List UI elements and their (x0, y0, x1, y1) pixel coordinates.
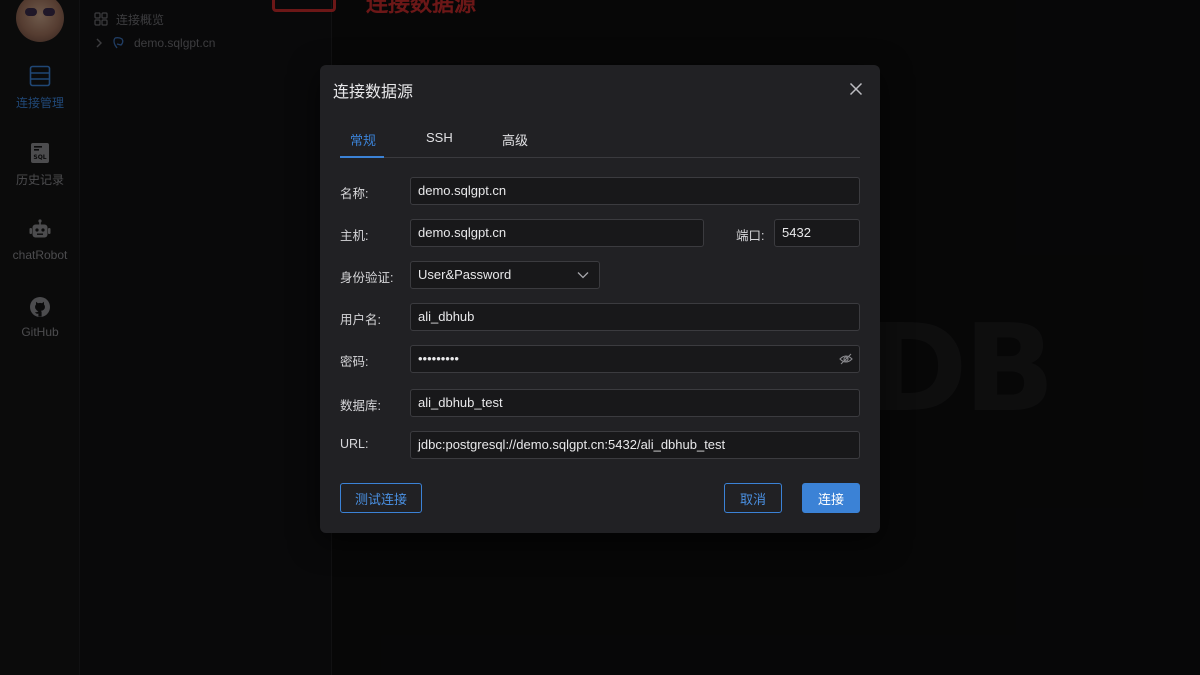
auth-select[interactable]: User&Password (410, 261, 600, 289)
url-input[interactable]: jdbc:postgresql://demo.sqlgpt.cn:5432/al… (410, 431, 860, 459)
close-icon (849, 82, 863, 96)
connect-button[interactable]: 连接 (802, 483, 860, 513)
connect-datasource-dialog: 连接数据源 常规 SSH 高级 名称: demo.sqlgpt.cn 主机: d… (320, 65, 880, 533)
name-input[interactable]: demo.sqlgpt.cn (410, 177, 860, 205)
cancel-button[interactable]: 取消 (724, 483, 782, 513)
username-label: 用户名: (340, 313, 381, 327)
database-input[interactable]: ali_dbhub_test (410, 389, 860, 417)
port-input[interactable]: 5432 (774, 219, 860, 247)
password-masked-value: ••••••••• (418, 351, 459, 366)
app-window: 连接管理 SQL 历史记录 chatRobot GitHub 连接概览 demo… (0, 0, 1200, 675)
password-label: 密码: (340, 355, 369, 369)
tab-general[interactable]: 常规 (350, 130, 376, 149)
auth-label: 身份验证: (340, 271, 394, 285)
host-input[interactable]: demo.sqlgpt.cn (410, 219, 704, 247)
host-label: 主机: (340, 229, 369, 243)
chevron-down-icon (577, 272, 589, 279)
username-input[interactable]: ali_dbhub (410, 303, 860, 331)
eye-invisible-icon[interactable] (839, 352, 853, 366)
password-input[interactable]: ••••••••• (410, 345, 860, 373)
tab-active-indicator (340, 156, 384, 158)
dialog-tabs: 常规 SSH 高级 (340, 125, 860, 158)
name-label: 名称: (340, 187, 369, 201)
tab-advanced[interactable]: 高级 (502, 130, 528, 149)
url-label: URL: (340, 437, 369, 451)
dialog-title: 连接数据源 (333, 84, 414, 101)
test-connection-button[interactable]: 测试连接 (340, 483, 422, 513)
auth-select-value: User&Password (418, 267, 512, 282)
close-button[interactable] (844, 77, 868, 101)
port-label: 端口: (736, 229, 765, 243)
database-label: 数据库: (340, 399, 381, 413)
tab-ssh[interactable]: SSH (426, 130, 453, 145)
